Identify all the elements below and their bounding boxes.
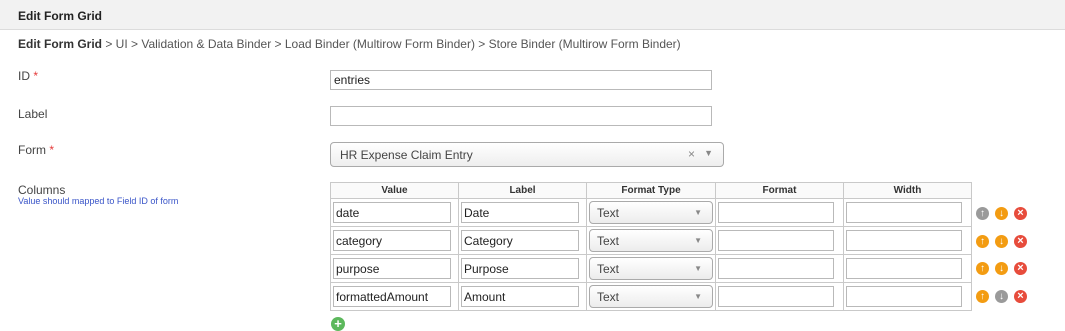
arrow-up-icon[interactable]: ↑ bbox=[976, 262, 989, 275]
arrow-up-icon[interactable]: ↑ bbox=[976, 235, 989, 248]
format-type-select[interactable]: Text ▼ bbox=[589, 201, 713, 224]
format-type-select[interactable]: Text ▼ bbox=[589, 285, 713, 308]
row-width-input[interactable] bbox=[846, 202, 962, 223]
columns-hint: Value should mapped to Field ID of form bbox=[18, 196, 179, 206]
columns-grid: Value Label Format Type Format Width Tex… bbox=[330, 182, 972, 311]
form-select-value: HR Expense Claim Entry bbox=[340, 148, 473, 162]
chevron-down-icon: ▼ bbox=[694, 264, 702, 273]
delete-icon[interactable]: × bbox=[1014, 290, 1027, 303]
chevron-down-icon: ▼ bbox=[694, 208, 702, 217]
delete-icon[interactable]: × bbox=[1014, 207, 1027, 220]
add-icon[interactable]: + bbox=[331, 317, 345, 331]
page-header: Edit Form Grid bbox=[0, 0, 1065, 30]
required-mark: * bbox=[49, 143, 55, 157]
id-label: ID * bbox=[18, 69, 39, 83]
arrow-down-icon[interactable]: ↓ bbox=[995, 235, 1008, 248]
table-row: Text▼ bbox=[330, 282, 972, 311]
arrow-down-icon[interactable]: ↓ bbox=[995, 207, 1008, 220]
arrow-up-icon[interactable]: ↑ bbox=[976, 207, 989, 220]
row-format-input[interactable] bbox=[718, 202, 834, 223]
table-row: Text▼ bbox=[330, 226, 972, 255]
breadcrumb: Edit Form Grid > UI > Validation & Data … bbox=[18, 37, 681, 51]
chevron-down-icon: ▼ bbox=[694, 292, 702, 301]
form-select[interactable]: HR Expense Claim Entry × ▼ bbox=[330, 142, 724, 167]
header-label: Label bbox=[458, 182, 587, 199]
clear-icon[interactable]: × bbox=[688, 147, 695, 161]
chevron-down-icon: ▼ bbox=[694, 236, 702, 245]
grid-header-row: Value Label Format Type Format Width bbox=[330, 182, 972, 199]
row-value-input[interactable] bbox=[333, 202, 451, 223]
row-format-input[interactable] bbox=[718, 258, 834, 279]
row-format-input[interactable] bbox=[718, 230, 834, 251]
table-row: Text▼ bbox=[330, 254, 972, 283]
row-width-input[interactable] bbox=[846, 258, 962, 279]
row-label-input[interactable] bbox=[461, 230, 579, 251]
row-width-input[interactable] bbox=[846, 286, 962, 307]
format-type-select[interactable]: Text ▼ bbox=[589, 257, 713, 280]
row-value-input[interactable] bbox=[333, 258, 451, 279]
row-value-input[interactable] bbox=[333, 230, 451, 251]
row-label-input[interactable] bbox=[461, 286, 579, 307]
required-mark: * bbox=[33, 69, 39, 83]
delete-icon[interactable]: × bbox=[1014, 235, 1027, 248]
label-label: Label bbox=[18, 107, 48, 121]
row-value-input[interactable] bbox=[333, 286, 451, 307]
breadcrumb-path: > UI > Validation & Data Binder > Load B… bbox=[102, 37, 681, 51]
table-row: Text▼ bbox=[330, 198, 972, 227]
row-width-input[interactable] bbox=[846, 230, 962, 251]
breadcrumb-current: Edit Form Grid bbox=[18, 37, 102, 51]
id-field[interactable] bbox=[330, 70, 712, 90]
delete-icon[interactable]: × bbox=[1014, 262, 1027, 275]
row-format-input[interactable] bbox=[718, 286, 834, 307]
row-label-input[interactable] bbox=[461, 258, 579, 279]
arrow-down-icon[interactable]: ↓ bbox=[995, 290, 1008, 303]
format-type-select[interactable]: Text ▼ bbox=[589, 229, 713, 252]
page-title: Edit Form Grid bbox=[18, 9, 102, 23]
form-label: Form * bbox=[18, 143, 55, 157]
label-field[interactable] bbox=[330, 106, 712, 126]
columns-label: Columns bbox=[18, 183, 66, 197]
header-value: Value bbox=[330, 182, 459, 199]
arrow-down-icon[interactable]: ↓ bbox=[995, 262, 1008, 275]
header-format-type: Format Type bbox=[586, 182, 716, 199]
header-format: Format bbox=[715, 182, 844, 199]
arrow-up-icon[interactable]: ↑ bbox=[976, 290, 989, 303]
chevron-down-icon[interactable]: ▼ bbox=[704, 148, 713, 158]
header-width: Width bbox=[843, 182, 972, 199]
row-label-input[interactable] bbox=[461, 202, 579, 223]
